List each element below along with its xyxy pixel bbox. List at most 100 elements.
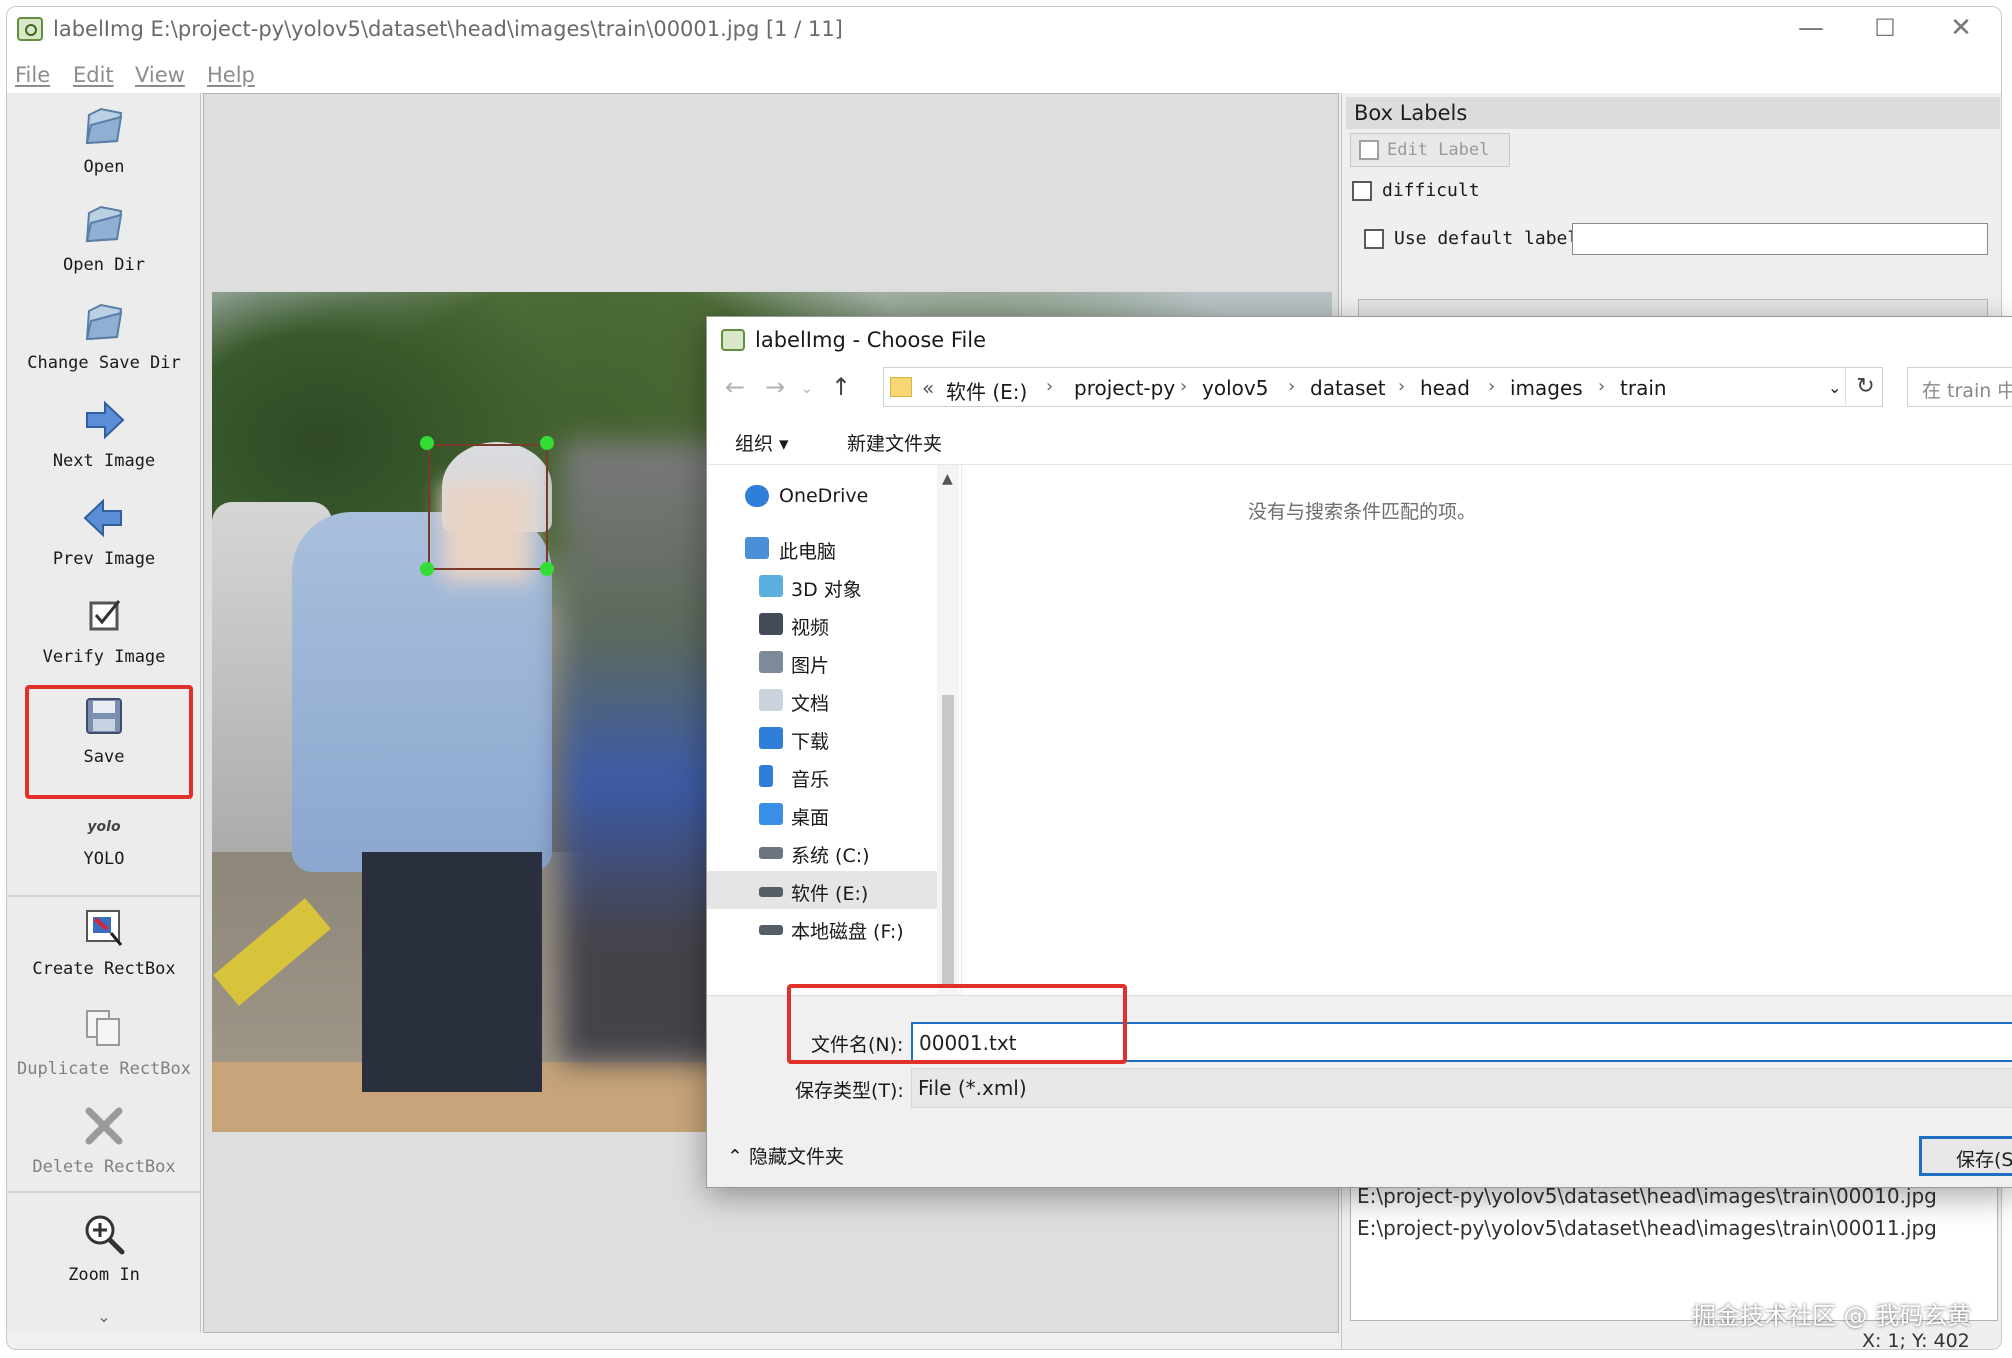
bbox-handle[interactable] <box>540 436 554 450</box>
yolo-format-button[interactable]: yolo YOLO <box>7 811 201 869</box>
tree-item-videos[interactable]: 视频 <box>707 605 937 643</box>
file-content-area[interactable]: 没有与搜索条件匹配的项。 <box>961 465 2012 995</box>
difficult-label: difficult <box>1382 180 1480 201</box>
dialog-save-button[interactable]: 保存(S) <box>1919 1136 2012 1176</box>
address-bar[interactable]: « 软件 (E:) › project-py › yolov5 › datase… <box>883 367 1883 407</box>
delete-rectbox-button[interactable]: Delete RectBox <box>7 1103 201 1177</box>
dialog-bottom-panel: 文件名(N): 00001.txt 保存类型(T): File (*.xml) … <box>707 984 2012 1187</box>
change-save-dir-button[interactable]: Change Save Dir <box>7 299 201 373</box>
menu-help[interactable]: Help <box>207 63 255 87</box>
use-default-label-text: Use default label <box>1394 228 1579 249</box>
tree-item-onedrive[interactable]: OneDrive <box>707 477 937 515</box>
tree-item-label: 软件 (E:) <box>791 883 869 905</box>
forward-arrow-icon[interactable]: → <box>765 373 785 401</box>
breadcrumb-item[interactable]: head <box>1420 376 1470 400</box>
use-default-label-checkbox[interactable] <box>1364 229 1384 249</box>
box-labels-header: Box Labels <box>1346 97 2000 129</box>
breadcrumb-overflow[interactable]: « <box>922 376 934 400</box>
breadcrumb-item[interactable]: train <box>1620 376 1667 400</box>
verify-image-button[interactable]: Verify Image <box>7 593 201 667</box>
create-rectbox-icon <box>81 905 127 951</box>
close-button[interactable]: ✕ <box>1933 11 1989 45</box>
zoom-in-button[interactable]: Zoom In <box>7 1211 201 1285</box>
dialog-title-bar: labelImg - Choose File <box>707 317 2012 361</box>
maximize-button[interactable]: ☐ <box>1857 11 1913 45</box>
toolbar-separator <box>7 1191 201 1193</box>
prev-image-button[interactable]: Prev Image <box>7 495 201 569</box>
bounding-box[interactable] <box>428 444 548 570</box>
tree-item-documents[interactable]: 文档 <box>707 681 937 719</box>
tree-item-music[interactable]: 音乐 <box>707 757 937 795</box>
bbox-handle[interactable] <box>540 562 554 576</box>
music-note-icon <box>759 765 773 787</box>
menu-view[interactable]: View <box>135 63 185 87</box>
refresh-icon[interactable]: ↻ <box>1845 367 1885 407</box>
dialog-search-input[interactable]: 在 train 中 <box>1907 367 2012 407</box>
drive-icon <box>759 925 783 935</box>
tree-item-label: 下载 <box>791 731 830 753</box>
watermark: 掘金技术社区 @ 我码玄黄 <box>1692 1302 1972 1330</box>
title-bar: labelImg E:\project-py\yolov5\dataset\he… <box>7 7 2001 53</box>
open-dir-label: Open Dir <box>63 255 145 275</box>
tree-item-pictures[interactable]: 图片 <box>707 643 937 681</box>
minimize-button[interactable]: — <box>1783 11 1839 45</box>
tree-scrollbar[interactable]: ▲ <box>937 465 959 995</box>
file-list-item[interactable]: E:\project-py\yolov5\dataset\head\images… <box>1357 1212 1991 1244</box>
duplicate-icon <box>81 1005 127 1051</box>
tree-item-label: 音乐 <box>791 769 830 791</box>
open-button[interactable]: Open <box>7 103 201 177</box>
hide-folders-toggle[interactable]: ⌃ 隐藏文件夹 <box>727 1142 844 1169</box>
tree-item-downloads[interactable]: 下载 <box>707 719 937 757</box>
tree-item-label: 此电脑 <box>779 541 837 563</box>
next-image-button[interactable]: Next Image <box>7 397 201 471</box>
tree-item-this-pc[interactable]: 此电脑 <box>707 529 937 567</box>
create-rectbox-button[interactable]: Create RectBox <box>7 905 201 979</box>
filetype-label: 保存类型(T): <box>795 1080 904 1102</box>
tree-item-drive-f[interactable]: 本地磁盘 (F:) <box>707 909 937 947</box>
yolo-format-icon: yolo <box>87 819 121 835</box>
bbox-handle[interactable] <box>420 436 434 450</box>
difficult-checkbox[interactable] <box>1352 181 1372 201</box>
yolo-label: YOLO <box>83 849 125 869</box>
filetype-select[interactable]: File (*.xml) <box>911 1068 2012 1108</box>
scroll-up-icon[interactable]: ▲ <box>942 471 953 487</box>
duplicate-rectbox-button[interactable]: Duplicate RectBox <box>7 1005 201 1079</box>
toolbar-separator <box>7 895 201 897</box>
tree-item-desktop[interactable]: 桌面 <box>707 795 937 833</box>
new-folder-button[interactable]: 新建文件夹 <box>847 429 942 456</box>
bbox-handle[interactable] <box>420 562 434 576</box>
breadcrumb-item[interactable]: yolov5 <box>1202 376 1268 400</box>
menu-file[interactable]: File <box>15 63 50 87</box>
back-arrow-icon[interactable]: ← <box>725 373 745 401</box>
zoom-in-icon <box>81 1211 127 1257</box>
tree-item-drive-e[interactable]: 软件 (E:) <box>707 871 937 909</box>
dialog-title: labelImg - Choose File <box>755 328 987 352</box>
toolbar-more-chevron-icon[interactable]: ⌄ <box>7 1307 201 1326</box>
menu-bar: File Edit View Help <box>7 53 2001 93</box>
edit-label-button[interactable]: Edit Label <box>1350 133 1510 167</box>
organize-menu[interactable]: 组织 ▾ <box>735 429 789 456</box>
tree-item-label: 桌面 <box>791 807 830 829</box>
tree-item-label: 图片 <box>791 655 830 677</box>
breadcrumb-item[interactable]: 软件 (E:) <box>946 376 1027 405</box>
address-dropdown-chevron-icon[interactable]: ⌄ <box>1828 378 1841 397</box>
officer-trousers <box>362 852 542 1092</box>
breadcrumb-item[interactable]: images <box>1510 376 1583 400</box>
prev-image-label: Prev Image <box>52 549 156 569</box>
app-icon <box>17 17 43 41</box>
cloud-icon <box>745 485 769 507</box>
scroll-thumb[interactable] <box>942 695 954 985</box>
breadcrumb-item[interactable]: project-py <box>1074 376 1175 400</box>
breadcrumb-item[interactable]: dataset <box>1310 376 1386 400</box>
recent-chevron-icon[interactable]: ⌄ <box>801 381 813 397</box>
open-folder-icon <box>81 103 127 149</box>
open-folder-icon <box>81 299 127 345</box>
open-dir-button[interactable]: Open Dir <box>7 201 201 275</box>
menu-edit[interactable]: Edit <box>73 63 114 87</box>
breadcrumb-separator-icon: › <box>1046 376 1054 397</box>
tree-item-3d-objects[interactable]: 3D 对象 <box>707 567 937 605</box>
tree-item-label: 本地磁盘 (F:) <box>791 921 904 943</box>
default-label-input[interactable] <box>1572 223 1988 255</box>
tree-item-drive-c[interactable]: 系统 (C:) <box>707 833 937 871</box>
up-arrow-icon[interactable]: ↑ <box>831 373 851 401</box>
